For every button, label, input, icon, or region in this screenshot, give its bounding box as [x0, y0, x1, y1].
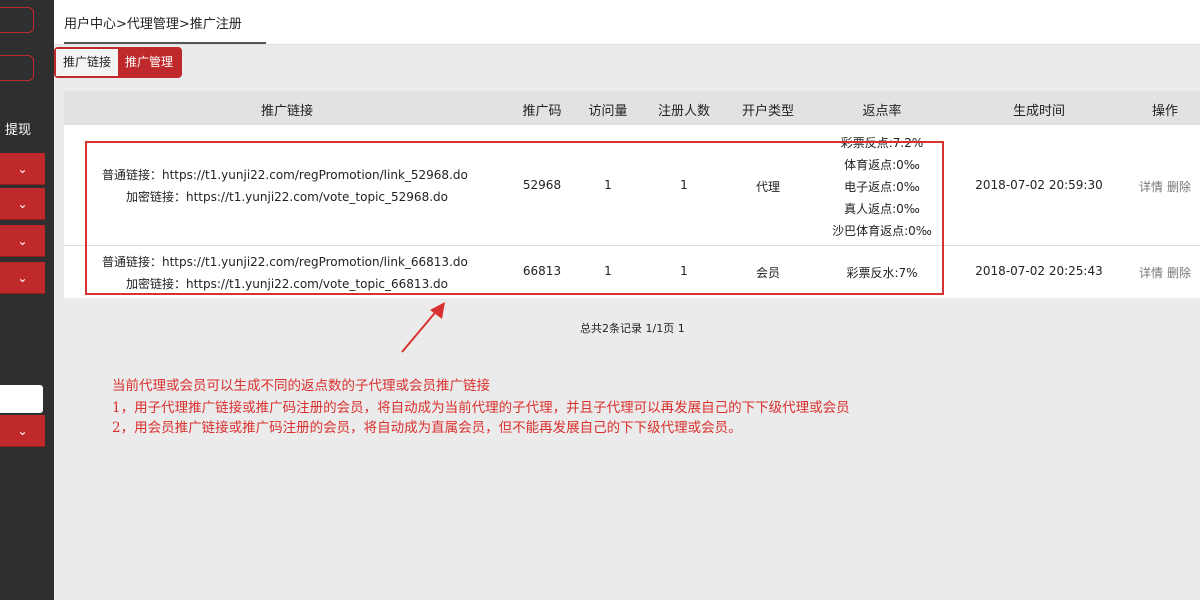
sidebar-dropdown-button[interactable]: ⌄: [0, 225, 45, 257]
breadcrumb-underline: [64, 42, 266, 44]
sidebar-dropdown-button[interactable]: ⌄: [0, 188, 45, 220]
sidebar-dropdown-button[interactable]: ⌄: [0, 262, 45, 294]
detail-link[interactable]: 详情: [1139, 178, 1163, 195]
column-header: 访问量: [588, 104, 628, 119]
delete-link[interactable]: 删除: [1167, 178, 1191, 195]
created-time: 2018-07-02 20:59:30: [975, 178, 1103, 192]
sidebar-pill-button[interactable]: [0, 55, 34, 81]
pagination: 总共2条记录 1/1页 1: [580, 322, 685, 335]
chevron-down-icon: ⌄: [17, 196, 28, 211]
sidebar-pill-button[interactable]: [0, 7, 34, 33]
sidebar-input[interactable]: [0, 385, 43, 413]
tab-promotion-link[interactable]: 推广链接: [56, 49, 119, 76]
annotation-note: 1，用子代理推广链接或推广码注册的会员，将自动成为当前代理的子代理，并且子代理可…: [112, 400, 850, 416]
column-header: 推广码: [522, 104, 562, 119]
annotation-arrow-icon: [401, 302, 445, 353]
sidebar-dropdown-button[interactable]: ⌄: [0, 415, 45, 447]
column-header: 返点率: [862, 104, 902, 119]
annotation-note: 2，用会员推广链接或推广码注册的会员，将自动成为直属会员，但不能再发展自己的下下…: [112, 420, 742, 436]
column-header: 推广链接: [260, 104, 314, 119]
column-header: 操作: [1151, 104, 1179, 119]
breadcrumb: 用户中心>代理管理>推广注册: [64, 17, 242, 32]
column-header: 开户类型: [741, 104, 795, 119]
column-header: 生成时间: [1012, 104, 1066, 119]
chevron-down-icon: ⌄: [17, 233, 28, 248]
detail-link[interactable]: 详情: [1139, 264, 1163, 281]
tab-promotion-management[interactable]: 推广管理: [118, 49, 181, 76]
annotation-box: [85, 141, 944, 295]
tab-bar: 推广链接 推广管理: [54, 47, 183, 78]
sidebar: 提现 ⌄ ⌄ ⌄ ⌄ ⌄: [0, 0, 54, 600]
page-header: 用户中心>代理管理>推广注册: [54, 0, 1200, 45]
column-header: 注册人数: [657, 104, 711, 119]
chevron-down-icon: ⌄: [17, 423, 28, 438]
sidebar-withdraw-label[interactable]: 提现: [5, 119, 31, 138]
chevron-down-icon: ⌄: [17, 270, 28, 285]
table-header: 推广链接 推广码 访问量 注册人数 开户类型 返点率 生成时间 操作: [64, 91, 1200, 125]
sidebar-dropdown-button[interactable]: ⌄: [0, 153, 45, 185]
delete-link[interactable]: 删除: [1167, 264, 1191, 281]
chevron-down-icon: ⌄: [17, 161, 28, 176]
annotation-note: 当前代理或会员可以生成不同的返点数的子代理或会员推广链接: [112, 378, 490, 394]
created-time: 2018-07-02 20:25:43: [975, 264, 1103, 278]
